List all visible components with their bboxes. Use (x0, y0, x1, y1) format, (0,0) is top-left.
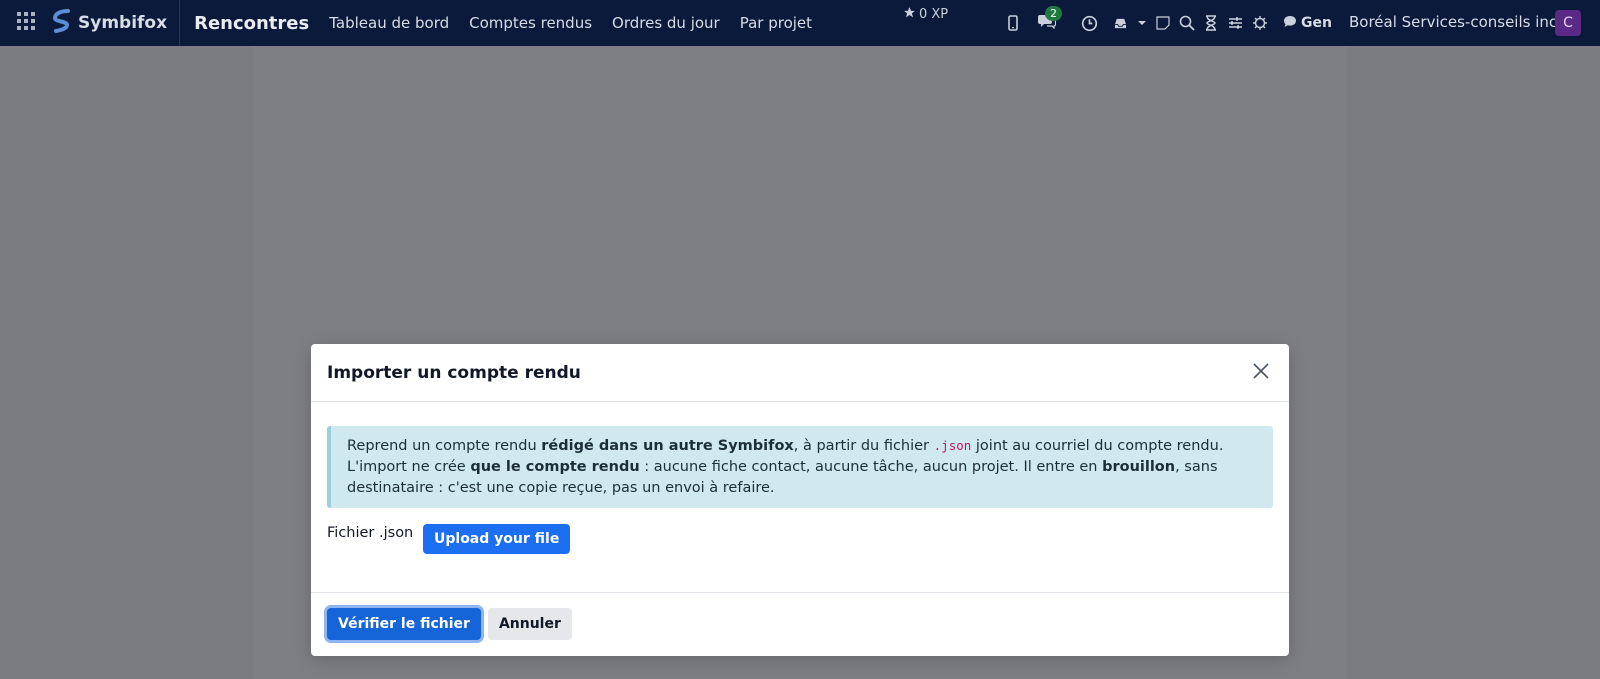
import-report-dialog: Importer un compte rendu Reprend un comp… (311, 344, 1289, 656)
info-alert: Reprend un compte rendu rédigé dans un a… (327, 426, 1273, 508)
alert-text: : aucune fiche contact, aucune tâche, au… (639, 459, 1103, 475)
menu-item-agendas[interactable]: Ordres du jour (612, 14, 720, 32)
alert-text: Reprend un compte rendu (347, 438, 542, 454)
upload-file-button[interactable]: Upload your file (423, 524, 571, 554)
inbox-icon[interactable] (1108, 17, 1132, 30)
messages-badge: 2 (1045, 6, 1062, 21)
menu-item-by-project[interactable]: Par projet (740, 14, 812, 32)
search-icon[interactable] (1176, 15, 1198, 31)
modal-header: Importer un compte rendu (311, 344, 1289, 402)
caret-down-icon[interactable] (1136, 20, 1148, 26)
verify-file-button[interactable]: Vérifier le fichier (327, 608, 481, 640)
systray: 2 Gen (1003, 0, 1332, 46)
comment-icon (1283, 15, 1297, 32)
alert-bold-text: que le compte rendu (470, 459, 640, 475)
sliders-icon[interactable] (1224, 16, 1246, 30)
close-button[interactable] (1249, 361, 1273, 385)
top-navbar: Symbifox Rencontres Tableau de bord Comp… (0, 0, 1600, 46)
modal-body: Reprend un compte rendu rédigé dans un a… (311, 402, 1289, 593)
modal-footer: Vérifier le fichier Annuler (311, 593, 1289, 655)
star-icon (903, 6, 916, 23)
company-switcher[interactable]: Boréal Services-conseils inc. (1349, 13, 1562, 31)
alert-bold-text: rédigé dans un autre Symbifox (541, 438, 794, 454)
alert-text: L'import ne crée (347, 459, 471, 475)
xp-counter[interactable]: 0 XP (903, 6, 948, 23)
mobile-icon[interactable] (1003, 15, 1023, 31)
messages-button[interactable]: 2 (1027, 6, 1067, 33)
brand[interactable]: Symbifox (52, 0, 181, 46)
clock-icon[interactable] (1077, 15, 1101, 32)
alert-text: joint au courriel du compte rendu. (971, 438, 1224, 454)
apps-menu-button[interactable] (0, 0, 52, 46)
xp-value: 0 XP (919, 7, 949, 22)
file-field-label: Fichier .json (327, 525, 414, 541)
bug-icon[interactable] (1249, 15, 1271, 31)
modal-title: Importer un compte rendu (327, 362, 581, 383)
brand-name: Symbifox (78, 13, 168, 33)
app-name[interactable]: Rencontres (180, 13, 329, 34)
brand-logo-icon (52, 8, 72, 38)
gen-label: Gen (1301, 15, 1332, 31)
alert-bold-text: brouillon (1102, 459, 1176, 475)
apps-grid-icon (17, 12, 35, 34)
hourglass-icon[interactable] (1200, 15, 1222, 31)
alert-text: , à partir du fichier (793, 438, 934, 454)
close-icon (1253, 362, 1269, 383)
note-icon[interactable] (1152, 16, 1174, 30)
avatar[interactable]: C (1555, 10, 1581, 36)
file-field-row: Fichier .json Upload your file (327, 524, 1273, 554)
alert-line-1: Reprend un compte rendu rédigé dans un a… (347, 435, 1257, 457)
main-menu: Tableau de bord Comptes rendus Ordres du… (329, 14, 812, 32)
menu-item-dashboard[interactable]: Tableau de bord (329, 14, 449, 32)
alert-code: .json (933, 438, 972, 453)
cancel-button[interactable]: Annuler (487, 608, 572, 640)
alert-line-2: L'import ne crée que le compte rendu : a… (347, 457, 1257, 499)
gen-button[interactable]: Gen (1283, 15, 1332, 32)
menu-item-reports[interactable]: Comptes rendus (469, 14, 592, 32)
